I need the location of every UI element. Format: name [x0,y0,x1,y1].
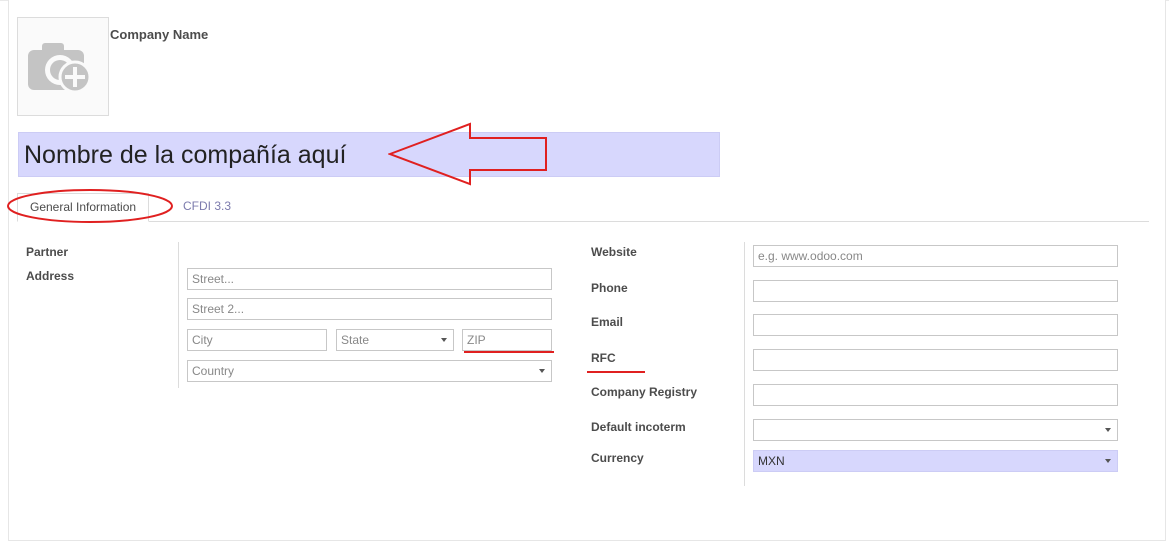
state-select[interactable]: State [336,329,454,351]
default-incoterm-select[interactable] [753,419,1118,441]
default-incoterm-label: Default incoterm [591,420,686,434]
phone-label: Phone [591,281,628,295]
company-name-input[interactable]: Nombre de la compañía aquí [18,132,720,177]
camera-add-icon [28,43,92,94]
company-registry-label: Company Registry [591,385,698,399]
right-divider [744,242,745,486]
left-divider [178,242,179,388]
currency-select[interactable]: MXN [753,450,1118,472]
email-input[interactable] [753,314,1118,336]
website-input[interactable]: e.g. www.odoo.com [753,245,1118,267]
zip-input[interactable]: ZIP [462,329,552,351]
phone-input[interactable] [753,280,1118,302]
street2-input[interactable]: Street 2... [187,298,552,320]
currency-value: MXN [758,454,785,468]
annotation-rfc-underline [587,371,645,373]
annotation-zip-underline [464,351,554,353]
address-label: Address [26,269,75,283]
street-input[interactable]: Street... [187,268,552,290]
chevron-down-icon [441,338,447,342]
annotation-arrow-icon [388,122,547,186]
website-label: Website [591,245,637,259]
country-placeholder: Country [192,364,235,378]
tab-bar: General Information CFDI 3.3 [17,193,1149,222]
tab-cfdi[interactable]: CFDI 3.3 [171,193,243,220]
chevron-down-icon [1105,428,1111,432]
company-name-label: Company Name [110,27,209,42]
city-input[interactable]: City [187,329,327,351]
chevron-down-icon [539,369,545,373]
annotation-ellipse-icon [7,189,173,223]
chevron-down-icon [1105,459,1111,463]
rfc-label: RFC [591,351,616,365]
rfc-input[interactable] [753,349,1118,371]
company-registry-input[interactable] [753,384,1118,406]
email-label: Email [591,315,624,329]
company-logo-upload[interactable] [17,17,109,116]
partner-label: Partner [26,245,69,259]
currency-label: Currency [591,451,644,465]
state-placeholder: State [341,333,370,347]
country-select[interactable]: Country [187,360,552,382]
